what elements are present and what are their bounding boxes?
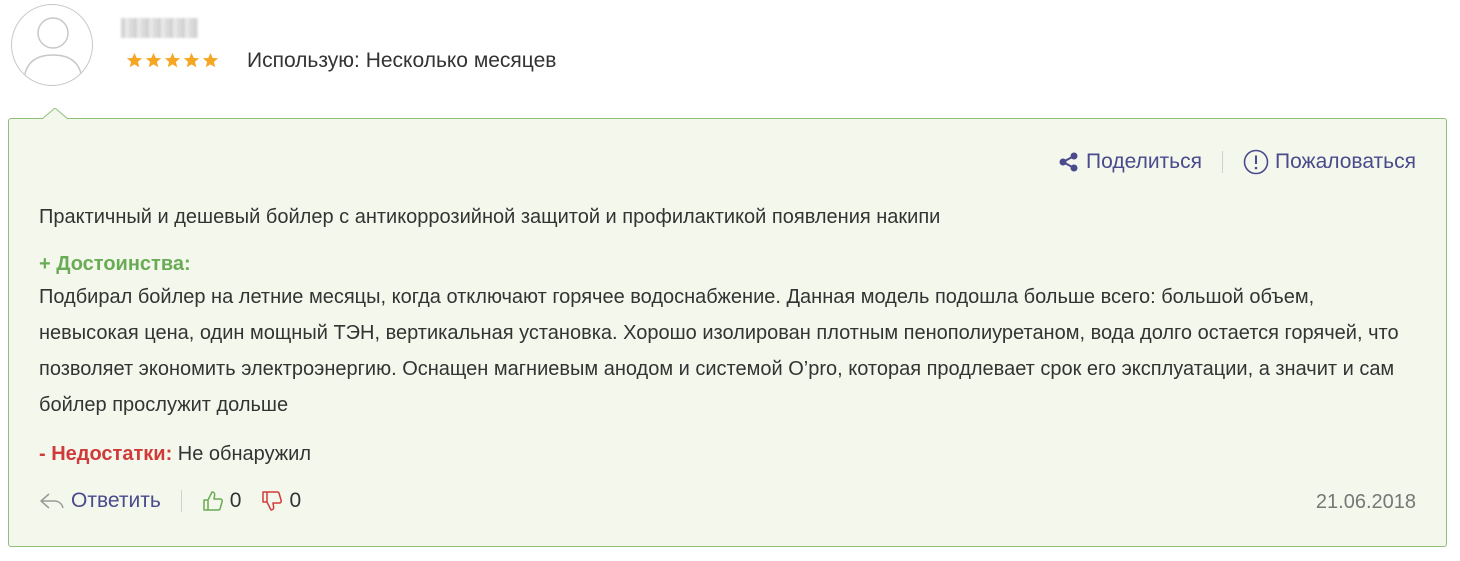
cons-title: - Недостатки: [39,443,173,465]
avatar [11,4,93,86]
star-icon [145,52,162,68]
cons-text: Не обнаружил [177,443,312,465]
report-button[interactable]: Пожаловаться [1243,149,1416,175]
reply-button[interactable]: Ответить [39,489,161,513]
review-summary: Практичный и дешевый бойлер с антикорроз… [39,206,941,228]
pros-title: + Достоинства: [39,253,191,275]
dislike-button[interactable]: 0 [261,489,301,513]
like-button[interactable]: 0 [202,489,242,513]
reply-arrow-icon [40,493,64,509]
dislike-count: 0 [289,489,302,512]
username-redacted [121,18,198,38]
divider [1221,151,1223,173]
usage-duration: Использую: Несколько месяцев [247,49,556,73]
usage-value: Несколько месяцев [365,49,557,72]
like-count: 0 [229,489,242,512]
pros-text: Подбирал бойлер на летние месяцы, когда … [39,286,1399,416]
review-actions: Поделиться Пожаловаться [1058,149,1416,175]
review-footer: Ответить 0 0 [39,489,301,513]
star-icon [164,52,181,68]
user-silhouette-icon [23,17,83,80]
report-label: Пожаловаться [1274,150,1416,173]
review-date: 21.06.2018 [1315,491,1416,513]
share-label: Поделиться [1086,150,1202,173]
review-card: Поделиться Пожаловаться Практичный и деш… [8,118,1447,547]
cons: - Недостатки: Не обнаружил [39,443,311,466]
exclamation-circle-icon [1243,149,1269,175]
thumbs-down-icon [262,491,283,511]
share-icon [1059,152,1078,172]
star-icon [126,52,143,68]
usage-label: Использую: [247,49,360,72]
divider [180,490,182,512]
rating-stars [126,52,219,72]
star-icon [183,52,200,68]
share-button[interactable]: Поделиться [1058,150,1202,174]
reply-label: Ответить [71,489,161,512]
thumbs-up-icon [203,491,223,511]
star-icon [202,52,219,68]
